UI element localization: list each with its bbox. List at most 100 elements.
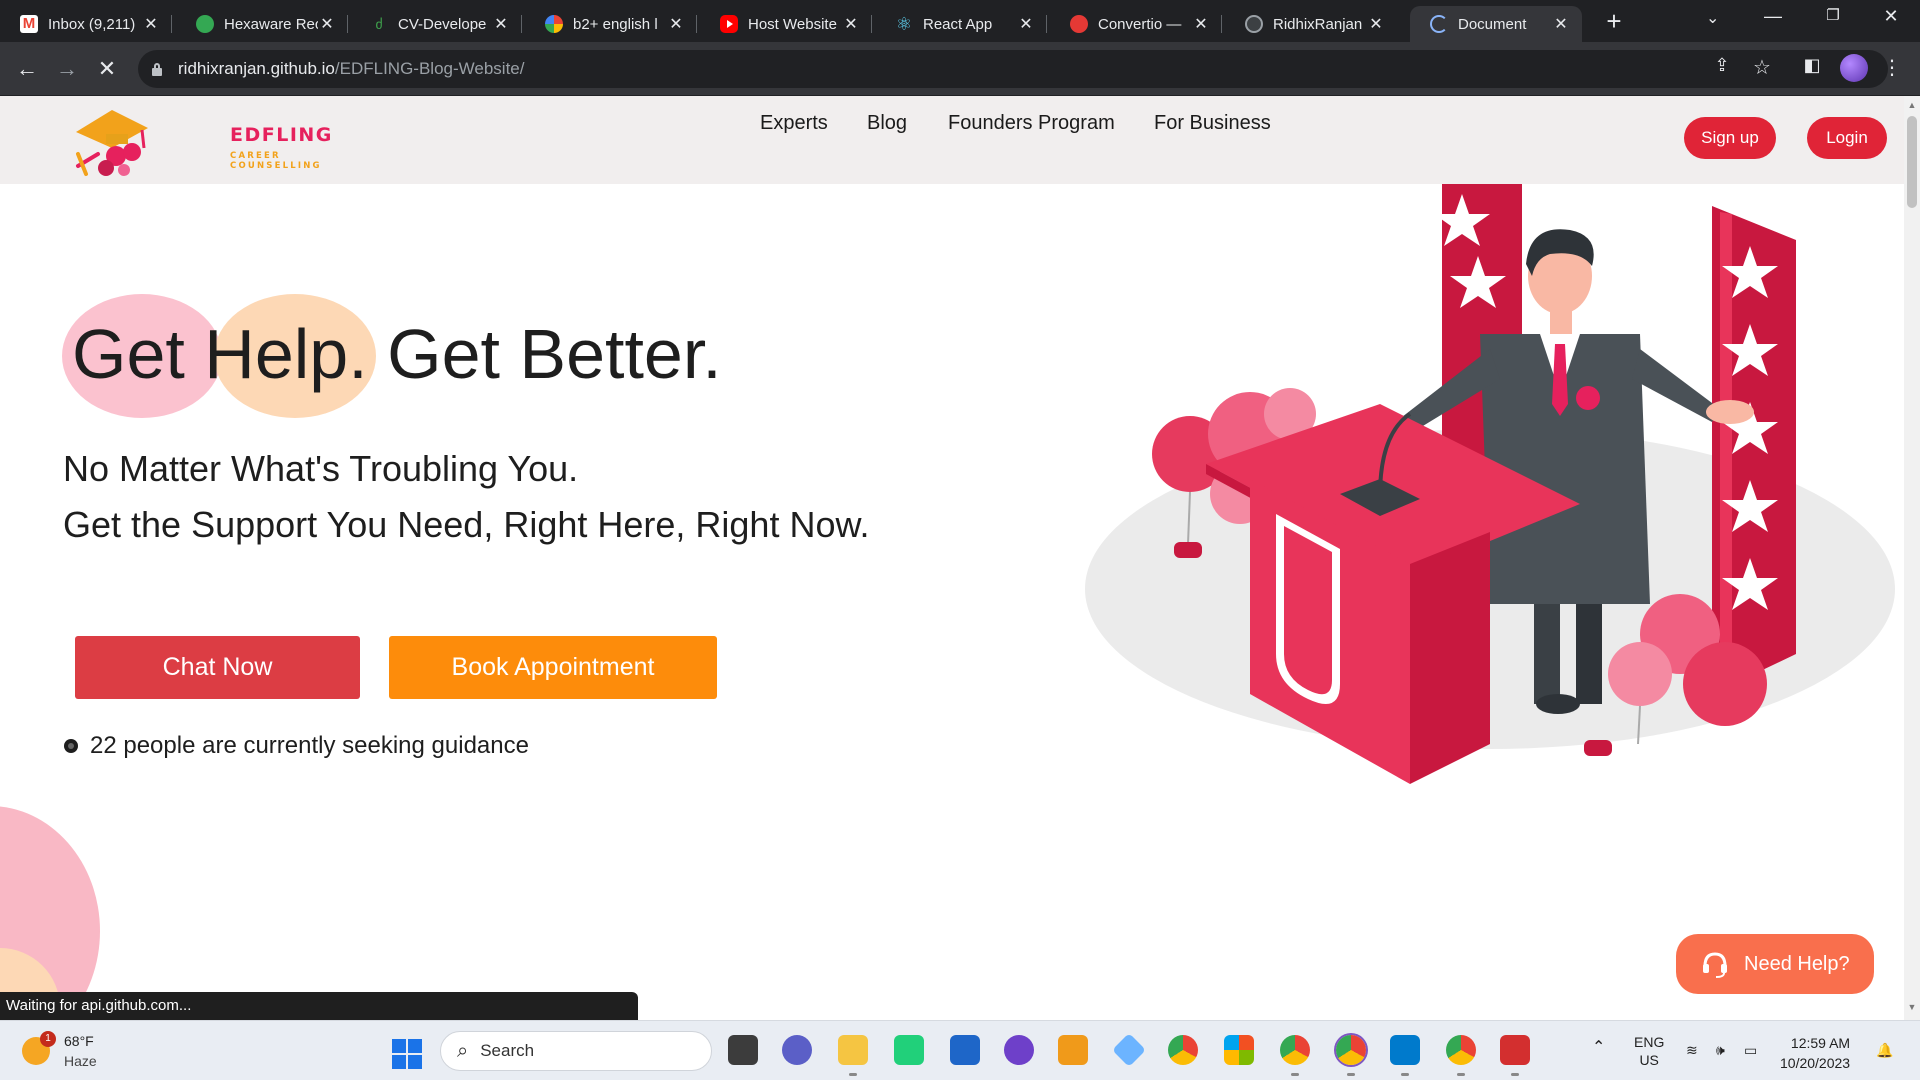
- kebab-menu-icon[interactable]: ⋮: [1878, 55, 1906, 80]
- scroll-thumb[interactable]: [1907, 116, 1917, 208]
- file-explorer-icon[interactable]: [838, 1035, 868, 1076]
- logo-subtitle: CAREER COUNSELLING: [230, 151, 322, 171]
- tab-gmail[interactable]: M Inbox (9,211) ✕: [0, 6, 172, 42]
- sign-up-button[interactable]: Sign up: [1684, 117, 1776, 159]
- vscode-icon[interactable]: [1390, 1035, 1420, 1076]
- cv-icon: ძ: [375, 16, 383, 32]
- browser-status-bar: Waiting for api.github.com...: [0, 992, 638, 1020]
- wifi-icon[interactable]: ≋: [1686, 1041, 1698, 1059]
- hero-title: Get Help. Get Better.: [72, 315, 722, 393]
- tab-title: Convertio —: [1098, 15, 1182, 33]
- nav-blog[interactable]: Blog: [867, 112, 907, 135]
- nav-experts[interactable]: Experts: [760, 112, 828, 135]
- chrome-profile-2-icon[interactable]: [1446, 1035, 1476, 1076]
- close-icon[interactable]: ✕: [492, 14, 510, 34]
- pycharm-icon[interactable]: [894, 1035, 924, 1065]
- tab-hexaware[interactable]: Hexaware Rec ✕: [176, 6, 348, 42]
- tab-react-app[interactable]: ⚛ React App ✕: [875, 6, 1047, 42]
- tab-title: Hexaware Rec: [224, 15, 318, 33]
- notification-bell-icon[interactable]: 🔔: [1876, 1041, 1893, 1059]
- close-icon[interactable]: ✕: [1367, 14, 1385, 34]
- search-icon: ⌕: [457, 1039, 469, 1062]
- chrome-icon[interactable]: [1168, 1035, 1198, 1065]
- weather-widget[interactable]: 1 68°F Haze: [22, 1029, 102, 1073]
- close-icon[interactable]: ✕: [1552, 14, 1570, 34]
- task-view-icon[interactable]: [728, 1035, 758, 1065]
- nav-founders-program[interactable]: Founders Program: [948, 112, 1115, 135]
- bookmark-star-icon[interactable]: ☆: [1748, 55, 1776, 80]
- scroll-down-arrow-icon[interactable]: ▼: [1907, 1002, 1917, 1012]
- tray-overflow-chevron-icon[interactable]: ⌃: [1592, 1039, 1605, 1057]
- google-icon: [545, 15, 563, 33]
- close-icon[interactable]: ✕: [1017, 14, 1035, 34]
- scroll-up-arrow-icon[interactable]: ▲: [1907, 100, 1917, 110]
- tab-title: Host Website: [748, 15, 837, 33]
- seeking-guidance-text: 22 people are currently seeking guidance: [90, 732, 529, 759]
- sublime-text-icon[interactable]: [1058, 1035, 1088, 1065]
- chat-now-button[interactable]: Chat Now: [75, 636, 360, 699]
- language-code: ENG: [1634, 1034, 1665, 1050]
- virtualbox-icon[interactable]: [1112, 1033, 1146, 1067]
- tab-youtube[interactable]: Host Website ✕: [700, 6, 872, 42]
- tab-convertio[interactable]: Convertio — ✕: [1050, 6, 1222, 42]
- logo-title: EDFLING: [230, 124, 333, 146]
- edfling-logo[interactable]: EDFLING CAREER COUNSELLING: [72, 104, 331, 184]
- forward-arrow-icon[interactable]: →: [52, 54, 82, 84]
- tab-title: RidhixRanjan: [1273, 15, 1363, 33]
- tab-title: CV-Develope: [398, 15, 487, 33]
- address-bar[interactable]: ridhixranjan.github.io/EDFLING-Blog-Webs…: [138, 50, 1888, 88]
- acrobat-icon[interactable]: [1500, 1035, 1530, 1076]
- graduation-cap-logo-icon: [76, 110, 148, 176]
- close-icon[interactable]: ✕: [318, 14, 336, 34]
- chrome-profile-1-icon[interactable]: [1280, 1035, 1310, 1076]
- tab-google-search[interactable]: b2+ english l ✕: [525, 6, 697, 42]
- stop-loading-icon[interactable]: ✕: [92, 54, 122, 84]
- close-icon[interactable]: ✕: [842, 14, 860, 34]
- language-indicator[interactable]: ENG US: [1634, 1033, 1664, 1069]
- battery-icon[interactable]: ▭: [1744, 1041, 1757, 1059]
- profile-avatar[interactable]: [1840, 54, 1868, 82]
- side-panel-icon[interactable]: ◧: [1798, 55, 1826, 76]
- nav-for-business[interactable]: For Business: [1154, 112, 1271, 135]
- github-icon: [1245, 15, 1263, 33]
- lock-icon[interactable]: [152, 63, 162, 76]
- login-button[interactable]: Login: [1807, 117, 1887, 159]
- close-icon[interactable]: ✕: [667, 14, 685, 34]
- restore-button[interactable]: ❐: [1810, 6, 1856, 24]
- tab-github[interactable]: RidhixRanjan ✕: [1225, 6, 1397, 42]
- volume-icon[interactable]: 🕪: [1716, 1041, 1725, 1059]
- chrome-active-icon[interactable]: [1336, 1035, 1366, 1076]
- weather-notification-badge: 1: [40, 1031, 56, 1047]
- hero-subtitle-line-2: Get the Support You Need, Right Here, Ri…: [63, 504, 870, 545]
- share-icon[interactable]: ⇪: [1708, 55, 1736, 76]
- browser-toolbar: ← → ✕ ridhixranjan.github.io/EDFLING-Blo…: [0, 42, 1920, 96]
- react-icon: ⚛: [895, 14, 913, 34]
- teams-chat-icon[interactable]: [782, 1035, 812, 1065]
- seeking-guidance-status: 22 people are currently seeking guidance: [64, 732, 529, 760]
- system-clock[interactable]: 12:59 AM 10/20/2023: [1780, 1033, 1850, 1073]
- need-help-button[interactable]: Need Help?: [1676, 934, 1874, 994]
- minimize-button[interactable]: —: [1750, 6, 1796, 27]
- window-close-button[interactable]: ✕: [1868, 6, 1914, 27]
- speaker-podium-illustration: [1085, 184, 1895, 784]
- browser-tab-strip: M Inbox (9,211) ✕ Hexaware Rec ✕ ძ CV-De…: [0, 0, 1920, 42]
- close-icon[interactable]: ✕: [1192, 14, 1210, 34]
- taskbar-search-box[interactable]: ⌕ Search: [440, 1031, 712, 1071]
- tab-title: b2+ english l: [573, 15, 658, 33]
- hexaware-icon: [196, 15, 214, 33]
- clock-date: 10/20/2023: [1780, 1055, 1851, 1071]
- github-desktop-icon[interactable]: [1004, 1035, 1034, 1065]
- windows-start-icon[interactable]: [392, 1039, 422, 1069]
- winrar-icon[interactable]: [1224, 1035, 1254, 1065]
- microsoft-store-icon[interactable]: [950, 1035, 980, 1065]
- back-arrow-icon[interactable]: ←: [12, 54, 42, 84]
- tab-cv-developer[interactable]: ძ CV-Develope ✕: [350, 6, 522, 42]
- tab-search-chevron-icon[interactable]: ⌄: [1706, 8, 1719, 28]
- page-scrollbar[interactable]: ▲ ▼: [1904, 96, 1920, 1020]
- url-host: ridhixranjan.github.io: [178, 59, 335, 78]
- close-icon[interactable]: ✕: [142, 14, 160, 34]
- tab-document[interactable]: Document ✕: [1410, 6, 1582, 42]
- new-tab-button[interactable]: +: [1600, 8, 1628, 36]
- book-appointment-button[interactable]: Book Appointment: [389, 636, 717, 699]
- site-header: EDFLING CAREER COUNSELLING Experts Blog …: [0, 96, 1920, 184]
